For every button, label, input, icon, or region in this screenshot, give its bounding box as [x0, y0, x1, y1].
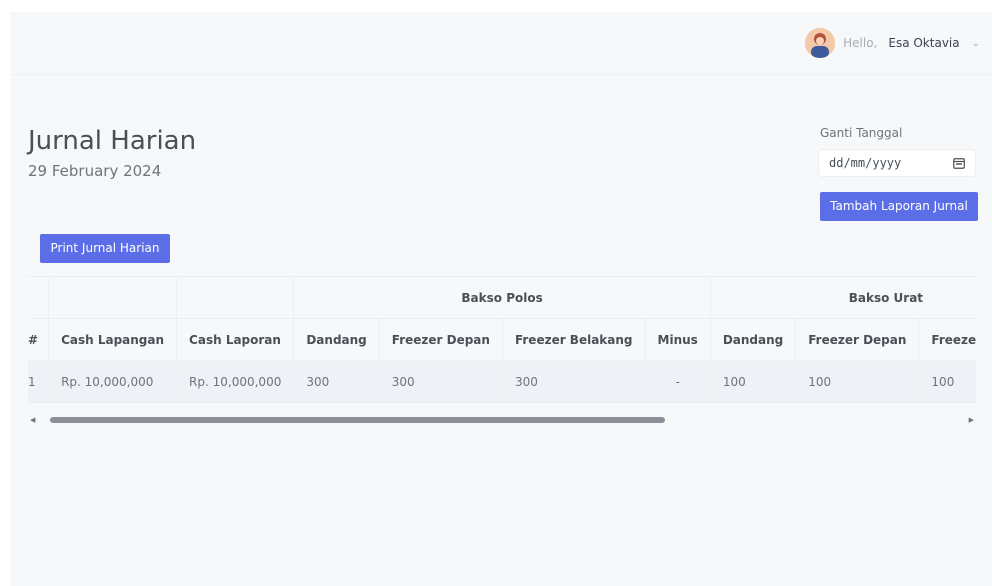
main-content: Jurnal Harian 29 February 2024 Ganti Tan…: [10, 74, 992, 586]
scroll-left-arrow-icon[interactable]: ◀: [30, 414, 35, 426]
journal-table-container[interactable]: Bakso Polos Bakso Urat # Cash Lapangan C…: [28, 276, 976, 432]
app-window: Hello, Esa Oktavia ⌄ Jurnal Harian 29 Fe…: [10, 12, 992, 586]
page-title: Jurnal Harian: [28, 126, 197, 156]
journal-table: Bakso Polos Bakso Urat # Cash Lapangan C…: [28, 276, 976, 403]
avatar-image: [805, 28, 836, 58]
column-header-freezer-belakang: Freezer Belakang: [918, 318, 976, 361]
table-cell: -: [644, 360, 711, 403]
column-header-freezer-belakang: Freezer Belakang: [501, 318, 646, 361]
greeting-text: Hello,: [843, 36, 878, 50]
group-header-empty: [28, 276, 50, 319]
column-header-cash-lapangan: Cash Lapangan: [48, 318, 178, 361]
date-placeholder: dd/mm/yyyy: [829, 156, 902, 170]
calendar-icon[interactable]: [953, 157, 965, 169]
table-cell: 300: [293, 360, 380, 403]
column-header-dandang: Dandang: [293, 318, 380, 361]
print-journal-button[interactable]: Print Jurnal Harian: [40, 234, 170, 263]
column-header-freezer-depan: Freezer Depan: [795, 318, 920, 361]
column-header-freezer-depan: Freezer Depan: [378, 318, 503, 361]
column-header-minus: Minus: [644, 318, 711, 361]
table-cell: 100: [918, 360, 976, 403]
column-header-number: #: [28, 318, 50, 361]
group-header-bakso-urat: Bakso Urat: [709, 276, 976, 319]
top-bar: Hello, Esa Oktavia ⌄: [10, 12, 992, 75]
group-header-empty: [48, 276, 178, 319]
table-cell: Rp. 10,000,000: [48, 360, 178, 403]
horizontal-scrollbar[interactable]: ◀ ▶: [28, 414, 976, 426]
page-date: 29 February 2024: [28, 162, 162, 180]
table-group-header-row: Bakso Polos Bakso Urat: [28, 276, 976, 319]
user-name[interactable]: Esa Oktavia: [888, 36, 959, 50]
table-cell: 100: [795, 360, 920, 403]
table-cell: 300: [501, 360, 646, 403]
table-cell: 300: [378, 360, 503, 403]
date-picker-input[interactable]: dd/mm/yyyy: [818, 149, 976, 177]
user-menu[interactable]: Hello, Esa Oktavia ⌄: [805, 28, 980, 58]
table-column-header-row: # Cash Lapangan Cash Laporan Dandang Fre…: [28, 318, 976, 361]
table-cell: 100: [709, 360, 797, 403]
chevron-down-icon[interactable]: ⌄: [972, 38, 980, 49]
table-cell: 1: [28, 360, 50, 403]
group-header-bakso-polos: Bakso Polos: [293, 276, 711, 319]
group-header-empty: [176, 276, 295, 319]
scroll-right-arrow-icon[interactable]: ▶: [969, 414, 974, 426]
scrollbar-thumb[interactable]: [50, 417, 665, 423]
add-journal-report-button[interactable]: Tambah Laporan Jurnal: [820, 192, 978, 221]
table-row: 1 Rp. 10,000,000 Rp. 10,000,000 300 300 …: [28, 360, 976, 403]
avatar[interactable]: [805, 28, 836, 58]
date-picker-label: Ganti Tanggal: [820, 126, 903, 140]
table-cell: Rp. 10,000,000: [176, 360, 295, 403]
column-header-dandang: Dandang: [709, 318, 797, 361]
column-header-cash-laporan: Cash Laporan: [176, 318, 295, 361]
